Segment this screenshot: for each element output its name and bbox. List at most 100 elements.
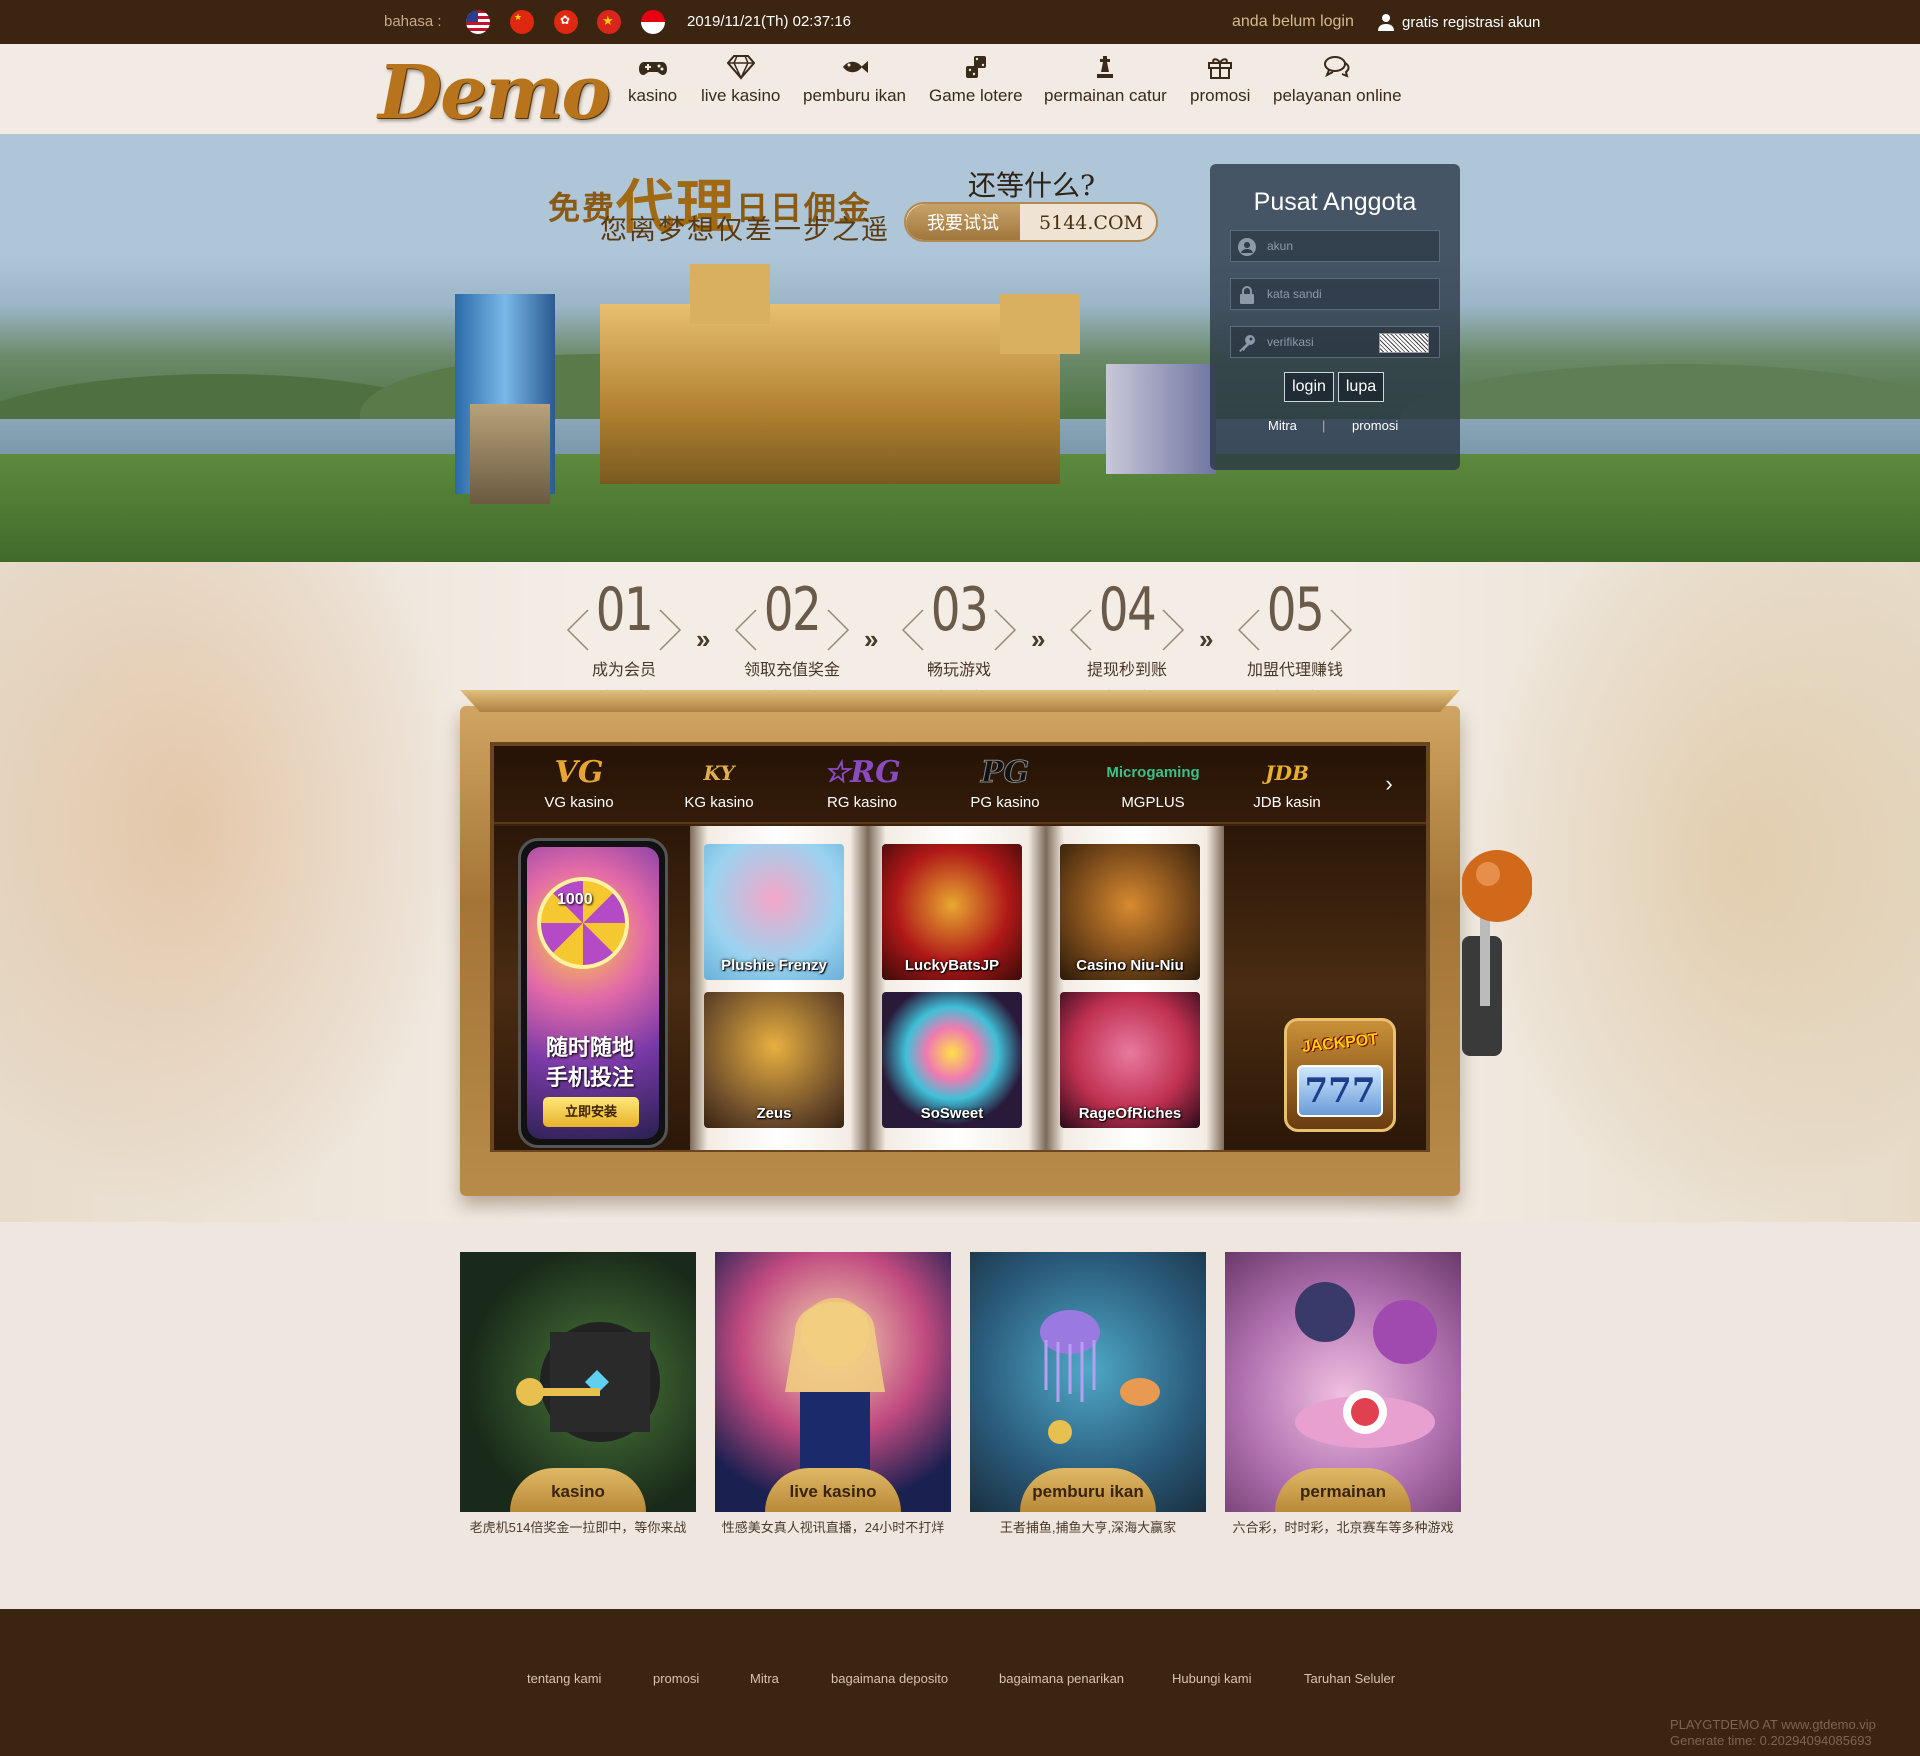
- promosi-link[interactable]: promosi: [1352, 418, 1398, 433]
- category-title: kasino elektronik: [510, 1468, 646, 1512]
- bg-character-left: [0, 562, 470, 1222]
- forgot-button[interactable]: lupa: [1338, 372, 1384, 402]
- category-title: permainan lotere: [1275, 1468, 1411, 1512]
- game-tile[interactable]: RageOfRiches: [1060, 992, 1200, 1128]
- footer-site: PLAYGTDEMO AT www.gtdemo.vip: [1670, 1717, 1876, 1732]
- hk-flag-icon[interactable]: [554, 10, 578, 34]
- provider-mgplus[interactable]: Microgaming MGPLUS: [1088, 756, 1218, 811]
- game-tile[interactable]: Casino Niu-Niu: [1060, 844, 1200, 980]
- provider-name: KG kasino: [684, 794, 754, 811]
- footer-link-promo[interactable]: promosi: [653, 1671, 699, 1686]
- nav-pemburu-ikan[interactable]: pemburu ikan: [803, 54, 906, 106]
- footer-link-contact[interactable]: Hubungi kami: [1172, 1671, 1252, 1686]
- category-desc: 六合彩，时时彩，北京赛车等多种游戏: [1232, 1520, 1454, 1535]
- game-tile[interactable]: SoSweet: [882, 992, 1022, 1128]
- game-tile[interactable]: LuckyBatsJP: [882, 844, 1022, 980]
- category-image: kasino elektronik: [460, 1252, 696, 1512]
- category-permainan-lotere[interactable]: permainan lotere 六合彩，时时彩，北京赛车等多种游戏: [1225, 1252, 1461, 1538]
- reel-1: Plushie Frenzy Zeus: [690, 826, 868, 1150]
- link-separator: |: [1322, 418, 1326, 433]
- nav-kasino[interactable]: kasino: [628, 54, 677, 106]
- category-kasino-elektronik[interactable]: kasino elektronik 老虎机514倍奖金一拉即中，等你来战: [460, 1252, 696, 1538]
- current-datetime: 2019/11/21(Th) 02:37:16: [687, 13, 852, 30]
- provider-bar: VG VG kasino KY KG kasino ☆RG RG kasino …: [494, 746, 1426, 824]
- mitra-link[interactable]: Mitra: [1268, 418, 1297, 433]
- lottery-balls-icon: [1295, 1282, 1437, 1448]
- account-field[interactable]: [1230, 230, 1440, 262]
- reel-3: Casino Niu-Niu RageOfRiches: [1046, 826, 1224, 1150]
- mobile-promo-text: 随时随地 手机投注: [521, 1033, 659, 1093]
- id-flag-icon[interactable]: [641, 10, 665, 34]
- footer-link-mitra[interactable]: Mitra: [750, 1671, 779, 1686]
- nav-game-lotere[interactable]: Game lotere: [929, 54, 1023, 106]
- provider-jdb[interactable]: JDB JDB kasin: [1232, 756, 1342, 811]
- step-arrow-icon: »: [696, 624, 711, 654]
- password-field[interactable]: [1230, 278, 1440, 310]
- promo-try-button[interactable]: 我要试试: [906, 204, 1020, 240]
- category-live-kasino[interactable]: live kasino 性感美女真人视讯直播，24小时不打烊: [715, 1252, 951, 1538]
- footer: tentang kami promosi Mitra bagaimana dep…: [0, 1609, 1920, 1756]
- step-arrow-icon: »: [864, 624, 879, 654]
- site-logo[interactable]: Demo: [378, 50, 611, 136]
- step-number: 04: [1098, 575, 1157, 645]
- footer-link-mobile[interactable]: Taruhan Seluler: [1304, 1671, 1395, 1686]
- fish-icon: [842, 61, 868, 73]
- nav-label: promosi: [1190, 86, 1251, 105]
- gift-icon: [1208, 58, 1233, 79]
- provider-vg[interactable]: VG VG kasino: [524, 756, 634, 812]
- captcha-image[interactable]: [1379, 333, 1429, 353]
- category-image: pemburu ikan: [970, 1252, 1206, 1512]
- nav-promosi[interactable]: promosi: [1190, 54, 1250, 106]
- provider-kg[interactable]: KY KG kasino: [664, 756, 774, 811]
- password-input[interactable]: [1267, 279, 1437, 309]
- vn-flag-icon[interactable]: [597, 10, 621, 34]
- install-app-button[interactable]: 立即安装: [543, 1097, 639, 1127]
- member-login-panel: Pusat Anggota login lupa Mitra | promosi: [1210, 164, 1460, 470]
- register-link[interactable]: gratis registrasi akun: [1402, 14, 1540, 31]
- account-input[interactable]: [1267, 231, 1437, 261]
- provider-logo: JDB: [1265, 761, 1309, 785]
- step-arrow-icon: »: [1199, 624, 1214, 654]
- slot-lever-icon[interactable]: [1462, 846, 1532, 1066]
- provider-rg[interactable]: ☆RG RG kasino: [807, 756, 917, 812]
- nav-label: pemburu ikan: [803, 86, 907, 105]
- promo-question: 还等什么?: [968, 169, 1096, 202]
- category-desc: 王者捕鱼,捕鱼大亨,深海大赢家: [999, 1520, 1177, 1535]
- dice-icon: [965, 56, 986, 78]
- nav-label: Game lotere: [929, 86, 1023, 105]
- jackpot-777-badge[interactable]: JACKPOT 777: [1284, 1018, 1396, 1132]
- captcha-field[interactable]: [1230, 326, 1440, 358]
- footer-link-about[interactable]: tentang kami: [527, 1671, 601, 1686]
- nav-pelayanan-online[interactable]: pelayanan online: [1273, 54, 1402, 106]
- cabinet-inner: VG VG kasino KY KG kasino ☆RG RG kasino …: [490, 742, 1430, 1152]
- chevron-right-icon[interactable]: ›: [1376, 772, 1402, 798]
- provider-name: PG kasino: [970, 794, 1040, 811]
- login-button[interactable]: login: [1284, 372, 1334, 402]
- game-name: LuckyBatsJP: [904, 957, 1000, 974]
- nav-live-kasino[interactable]: live kasino: [701, 54, 780, 106]
- cn-flag-icon[interactable]: [510, 10, 534, 34]
- category-title: pemburu ikan: [1020, 1468, 1156, 1512]
- jellyfish-icon: [1040, 1310, 1160, 1444]
- promo-try-link[interactable]: 我要试试 5144.COM: [904, 202, 1158, 242]
- game-tile[interactable]: Zeus: [704, 992, 844, 1128]
- slot-machine-cabinet: VG VG kasino KY KG kasino ☆RG RG kasino …: [460, 706, 1532, 1196]
- mobile-promo-line1: 随时随地: [545, 1035, 634, 1060]
- provider-pg[interactable]: PG PG kasino: [950, 755, 1060, 811]
- provider-name: VG kasino: [544, 794, 614, 811]
- nav-label: pelayanan online: [1273, 86, 1402, 105]
- footer-link-deposit[interactable]: bagaimana deposito: [831, 1671, 948, 1686]
- step-number: 05: [1266, 575, 1325, 645]
- lock-icon: [1240, 286, 1254, 304]
- login-status: anda belum login: [1232, 13, 1354, 30]
- key-icon: [1239, 335, 1255, 352]
- bg-character-right: [1470, 562, 1920, 1222]
- user-icon: [1378, 14, 1394, 31]
- footer-link-withdraw[interactable]: bagaimana penarikan: [999, 1671, 1124, 1686]
- mobile-promo-phone[interactable]: 1000 随时随地 手机投注 立即安装: [518, 838, 668, 1148]
- nav-permainan-catur[interactable]: permainan catur: [1044, 54, 1167, 106]
- category-pemburu-ikan[interactable]: pemburu ikan 王者捕鱼,捕鱼大亨,深海大赢家: [970, 1252, 1206, 1538]
- slot-reel-icon: [516, 1322, 660, 1442]
- game-tile[interactable]: Plushie Frenzy: [704, 844, 844, 980]
- us-flag-icon[interactable]: [466, 10, 490, 34]
